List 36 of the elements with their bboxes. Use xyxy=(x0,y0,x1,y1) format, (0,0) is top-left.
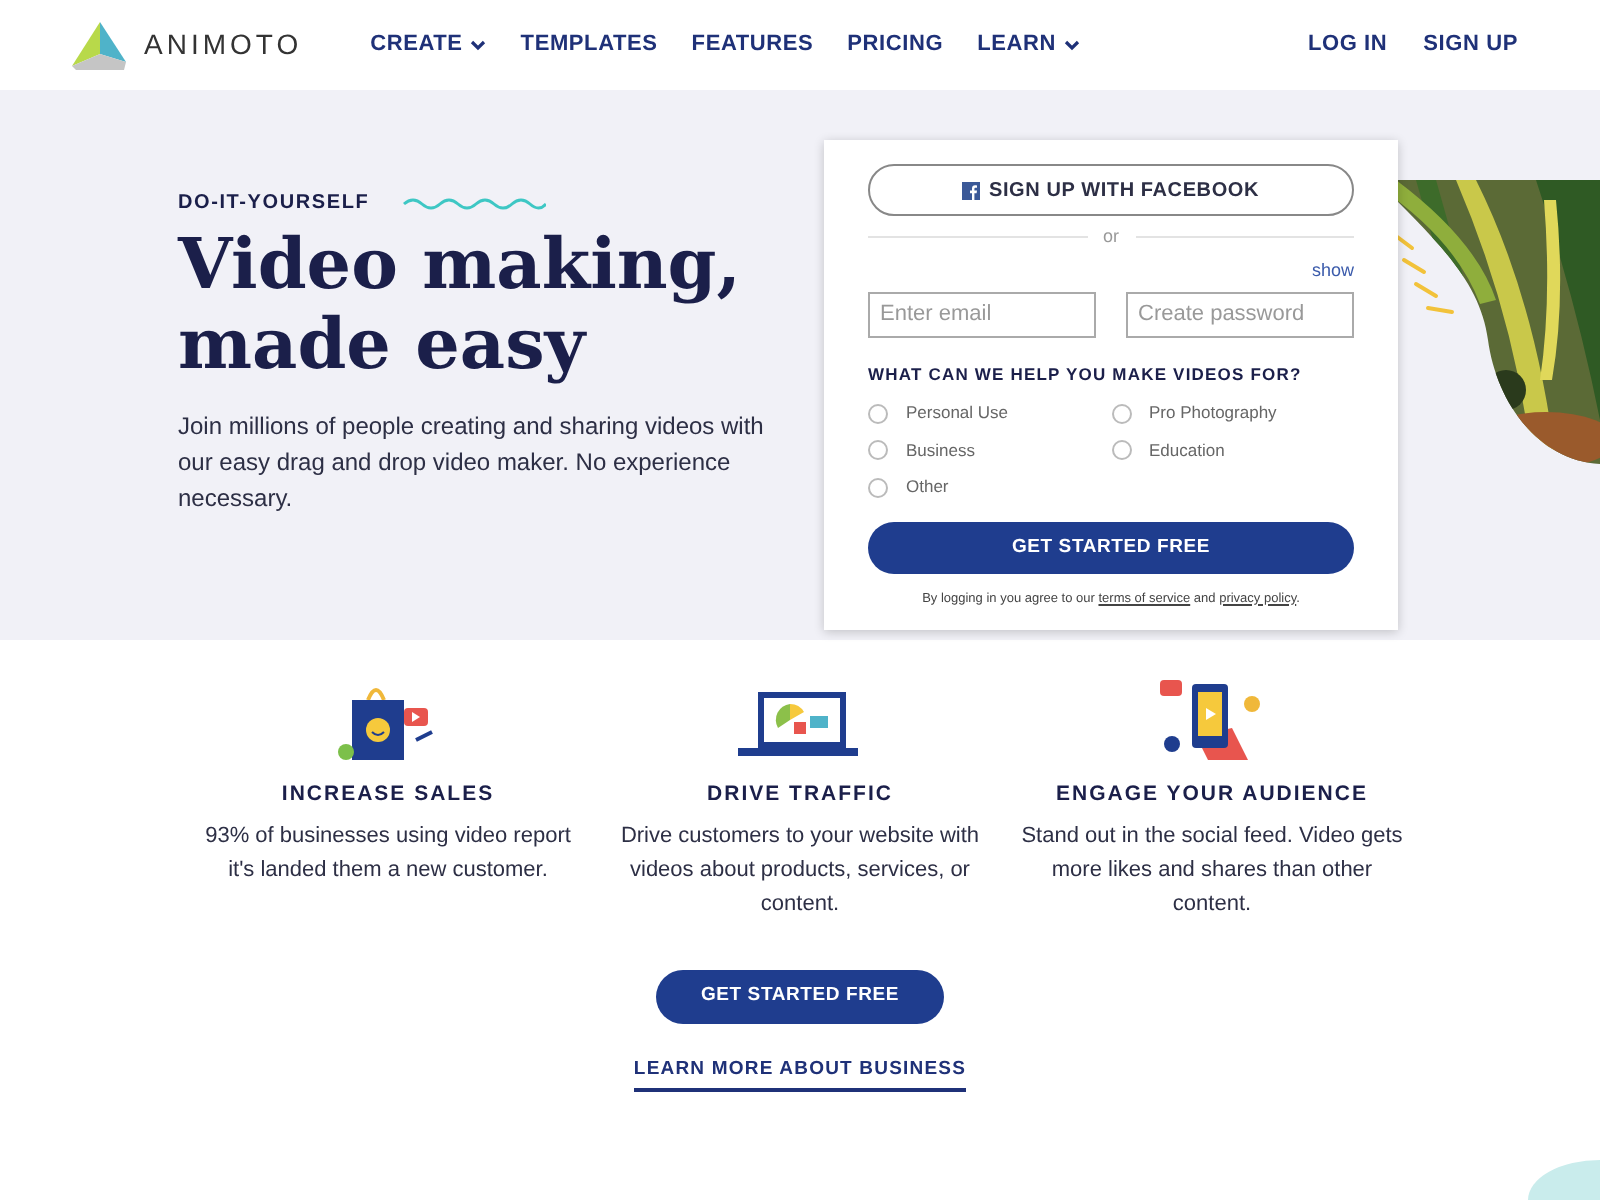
question-label: WHAT CAN WE HELP YOU MAKE VIDEOS FOR? xyxy=(868,361,1304,387)
radio-option[interactable]: Business xyxy=(868,431,1111,469)
facebook-signup-button[interactable]: SIGN UP WITH FACEBOOK xyxy=(868,164,1354,216)
email-field[interactable]: Enter email xyxy=(868,291,1096,337)
nav-link[interactable]: CREATE xyxy=(370,28,487,62)
radio-option[interactable]: Education xyxy=(1111,431,1354,469)
chevron-down-icon xyxy=(470,39,487,51)
divider-text: or xyxy=(1103,224,1120,250)
wave-icon xyxy=(401,195,546,211)
eyebrow-text: DO-IT-YOURSELF xyxy=(178,190,370,218)
nav-link[interactable]: FEATURES xyxy=(691,28,814,62)
radio-option[interactable]: Personal Use xyxy=(868,394,1111,432)
nav-link[interactable]: LEARN xyxy=(977,28,1080,62)
get-started-button[interactable]: GET STARTED FREE xyxy=(868,521,1354,574)
nav-link[interactable]: PRICING xyxy=(847,28,944,62)
feature-title: INCREASE SALES xyxy=(279,780,497,810)
show-password-link[interactable]: show xyxy=(1311,259,1354,279)
feature-description: 93% of businesses using video report it's landed them a new customer. xyxy=(203,821,573,886)
hero-description: Join millions of people creating and sharing videos with our easy drag and drop video maker. No experience necessary. xyxy=(178,409,766,515)
nav-link[interactable]: TEMPLATES xyxy=(520,28,658,62)
logo-icon xyxy=(72,21,128,69)
feature-description: Stand out in the social feed. Video gets more likes and shares than other content. xyxy=(1020,821,1404,920)
password-field[interactable]: Create password xyxy=(1126,291,1354,337)
radio-option[interactable]: Other xyxy=(868,468,1111,506)
feature-description: Drive customers to your website with videos about products, services, or content. xyxy=(618,821,982,920)
get-started-button[interactable]: GET STARTED FREE xyxy=(656,969,944,1024)
logo-text[interactable]: ANIMOTO xyxy=(144,24,303,66)
chevron-down-icon xyxy=(1064,39,1080,51)
learn-more-link[interactable]: LEARN MORE ABOUT BUSINESS xyxy=(633,1055,967,1093)
radio-option[interactable]: Pro Photography xyxy=(1111,394,1354,432)
facebook-icon xyxy=(962,181,981,199)
account-link[interactable]: LOG IN xyxy=(1307,28,1388,62)
hero-heading: Video making, made easy xyxy=(178,226,743,387)
feature-title: DRIVE TRAFFIC xyxy=(705,780,895,810)
account-link[interactable]: SIGN UP xyxy=(1423,28,1518,62)
feature-title: ENGAGE YOUR AUDIENCE xyxy=(1054,780,1370,810)
